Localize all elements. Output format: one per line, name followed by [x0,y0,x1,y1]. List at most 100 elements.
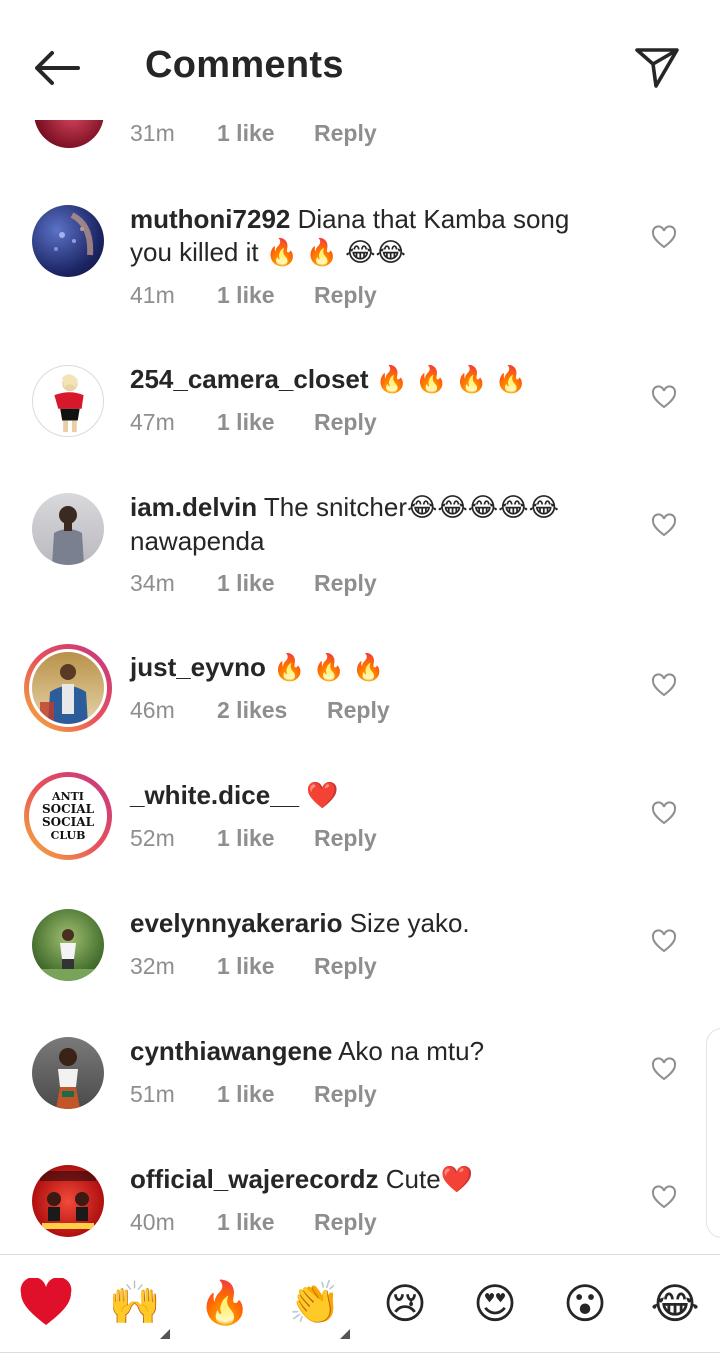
variant-indicator [160,1329,170,1339]
heart-eyes-emoji-button[interactable]: 😍 [465,1273,525,1333]
comment-username[interactable]: evelynnyakerario [130,908,342,938]
avatar[interactable] [34,120,104,148]
tears-of-joy-emoji-icon: 😂 [407,493,438,523]
comment-username[interactable]: just_eyvno [130,652,266,682]
avatar-story-ring[interactable] [24,644,112,732]
comment-meta: 40m 1 like Reply [130,1209,377,1236]
avatar-image [52,506,84,565]
fire-emoji-button[interactable]: 🔥 [195,1273,255,1333]
comment-username[interactable]: _white.dice__ [130,780,299,810]
fire-emoji-icon: 🔥 [265,238,299,268]
like-button[interactable] [648,381,680,413]
heart-eyes-icon: 😍 [473,1278,517,1328]
crying-face-emoji-button[interactable]: 😢 [375,1273,435,1333]
comment-time: 52m [130,825,175,851]
avatar-image [40,664,88,724]
reply-button[interactable]: Reply [314,409,377,436]
fire-emoji-icon: 🔥 [305,238,338,268]
comment-username[interactable]: 254_camera_closet [130,364,369,394]
comment-meta: 41m 1 like Reply [130,282,377,309]
avatar-image [54,374,84,433]
page-title: Comments [145,44,344,86]
surprised-face-emoji-button[interactable]: 😮 [555,1273,615,1333]
avatar[interactable] [32,909,104,981]
comment-meta: 51m 1 like Reply [130,1081,377,1108]
like-button[interactable] [648,509,680,541]
comment-meta: 32m 1 like Reply [130,953,377,980]
reply-button[interactable]: Reply [314,1081,377,1108]
tears-of-joy-emoji-icon: 😂 [345,238,376,268]
comment-likes[interactable]: 1 like [217,953,314,980]
comment-username[interactable]: muthoni7292 [130,204,290,234]
avatar[interactable] [32,1037,104,1109]
comment-likes[interactable]: 1 like [217,409,314,436]
comment-username[interactable]: iam.delvin [130,492,257,522]
comment-likes[interactable]: 1 like [217,282,314,309]
clapping-hands-emoji-button[interactable]: 👏 [285,1273,345,1333]
avatar[interactable] [32,205,104,277]
comment-likes[interactable]: 1 like [217,120,314,147]
crying-face-icon: 😢 [383,1278,427,1328]
like-button[interactable] [648,669,680,701]
comment-text: just_eyvno 🔥 🔥 🔥 [130,651,610,685]
like-button[interactable] [648,221,680,253]
emoji-reaction-bar: 🙌 🔥 👏 😢 😍 😮 😂 [0,1254,720,1352]
comment-time: 47m [130,409,175,435]
comment-meta: 34m 1 like Reply [130,570,377,597]
comment-body: Ako na mtu? [338,1036,485,1066]
share-button[interactable] [628,40,686,96]
comment-username[interactable]: official_wajerecordz [130,1164,379,1194]
avatar [29,649,107,727]
comment-likes[interactable]: 1 like [217,570,314,597]
comment-time: 41m [130,282,175,308]
red-heart-emoji-icon: ❤️ [306,781,339,811]
tears-of-joy-emoji-icon: 😂 [498,493,529,523]
logo-text: SOCIAL [41,815,95,829]
reply-button[interactable]: Reply [314,953,377,980]
comment-likes[interactable]: 2 likes [217,697,327,724]
comment-username[interactable]: cynthiawangene [130,1036,332,1066]
comment-text: evelynnyakerario Size yako. [130,907,610,940]
comment-body: Cute [385,1164,441,1194]
scroll-handle[interactable] [706,1028,720,1238]
avatar-image [54,212,94,256]
avatar-story-ring[interactable]: ANTI SOCIAL SOCIAL CLUB [24,772,112,860]
heart-outline-icon [651,1185,677,1209]
reply-button[interactable]: Reply [327,697,390,724]
avatar[interactable] [32,365,104,437]
comment-likes[interactable]: 1 like [217,825,314,852]
heart-outline-icon [651,1057,677,1081]
like-button[interactable] [648,925,680,957]
tears-of-joy-emoji-icon: 😂 [528,493,559,523]
reply-button[interactable]: Reply [314,570,377,597]
raising-hands-emoji-button[interactable]: 🙌 [105,1273,165,1333]
heart-outline-icon [651,929,677,953]
like-button[interactable] [648,1181,680,1213]
back-button[interactable] [26,40,86,96]
fire-emoji-icon: 🔥 [415,365,448,395]
avatar-clip [34,120,104,150]
logo-text: CLUB [50,829,86,842]
comment-likes[interactable]: 1 like [217,1081,314,1108]
reply-button[interactable]: Reply [314,120,377,147]
comment-input-bar[interactable] [0,1352,720,1367]
heart-emoji-button[interactable] [16,1273,76,1333]
like-button[interactable] [648,1053,680,1085]
heart-outline-icon [651,385,677,409]
comment-meta: 46m 2 likes Reply [130,697,390,724]
comment-likes[interactable]: 1 like [217,1209,314,1236]
comment-time: 31m [130,120,175,146]
reply-button[interactable]: Reply [314,1209,377,1236]
comment-text: _white.dice__ ❤️ [130,779,610,813]
avatar[interactable] [32,493,104,565]
like-button[interactable] [648,797,680,829]
avatar[interactable] [32,1165,104,1237]
fire-icon: 🔥 [198,1278,252,1327]
comment-time: 46m [130,697,175,723]
reply-button[interactable]: Reply [314,282,377,309]
comment-text: cynthiawangene Ako na mtu? [130,1035,610,1068]
tears-of-joy-icon: 😂 [650,1278,700,1328]
reply-button[interactable]: Reply [314,825,377,852]
tears-of-joy-emoji-button[interactable]: 😂 [645,1273,705,1333]
avatar-image [40,1171,96,1229]
